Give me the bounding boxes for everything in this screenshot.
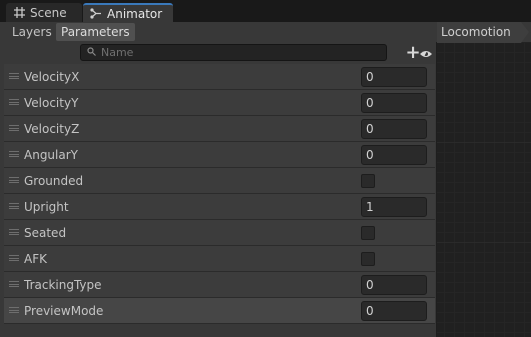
drag-handle-icon[interactable] [9, 125, 19, 131]
tab-animator-label: Animator [107, 6, 163, 21]
drag-handle-icon[interactable] [9, 229, 19, 235]
parameter-name: Upright [24, 200, 69, 214]
animator-icon [89, 8, 103, 19]
parameter-checkbox[interactable] [361, 252, 375, 266]
parameter-value-field[interactable] [361, 119, 427, 139]
parameter-row[interactable]: Upright [4, 194, 435, 220]
tab-scene[interactable]: Scene [6, 3, 82, 22]
plus-icon: + [405, 42, 421, 63]
drag-handle-icon[interactable] [9, 203, 19, 209]
parameter-value-field[interactable] [361, 93, 427, 113]
drag-handle-icon[interactable] [9, 151, 19, 157]
drag-handle-icon[interactable] [9, 73, 19, 79]
search-input[interactable] [101, 46, 381, 59]
drag-handle-icon[interactable] [9, 99, 19, 105]
search-icon [87, 46, 96, 59]
drag-handle-icon[interactable] [9, 177, 19, 183]
parameter-name: VelocityY [24, 96, 79, 110]
parameter-name: PreviewMode [24, 304, 104, 318]
parameter-row[interactable]: Seated [4, 220, 435, 246]
breadcrumb-layer[interactable]: Locomotion [437, 22, 521, 43]
parameter-value-field[interactable] [361, 197, 427, 217]
grid-icon [12, 7, 26, 18]
parameter-checkbox[interactable] [361, 226, 375, 240]
parameter-row[interactable]: AFK [4, 246, 435, 272]
parameter-row[interactable]: Grounded [4, 168, 435, 194]
tab-parameters[interactable]: Parameters [56, 23, 135, 41]
add-parameter-button[interactable]: + ▾ [401, 43, 431, 63]
drag-handle-icon[interactable] [9, 281, 19, 287]
parameter-value-field[interactable] [361, 301, 427, 321]
parameter-name: VelocityX [24, 70, 80, 84]
parameter-name: Seated [24, 226, 67, 240]
parameter-row[interactable]: PreviewMode [4, 298, 435, 324]
parameter-row[interactable]: TrackingType [4, 272, 435, 298]
parameter-value-field[interactable] [361, 145, 427, 165]
parameter-name: VelocityZ [24, 122, 80, 136]
parameter-row[interactable]: VelocityZ [4, 116, 435, 142]
parameter-name: TrackingType [24, 278, 102, 292]
parameter-name: AFK [24, 252, 47, 266]
graph-area[interactable]: Locomotion [437, 22, 531, 337]
parameter-checkbox[interactable] [361, 174, 375, 188]
parameter-value-field[interactable] [361, 275, 427, 295]
parameter-row[interactable]: VelocityY [4, 90, 435, 116]
tab-scene-label: Scene [30, 5, 67, 20]
parameter-name: AngularY [24, 148, 78, 162]
tab-animator[interactable]: Animator [83, 3, 173, 22]
parameters-panel: Layers Parameters + ▾ VelocityX Velocity… [0, 22, 437, 337]
breadcrumb: Locomotion [437, 22, 531, 43]
parameter-row[interactable]: AngularY [4, 142, 435, 168]
parameter-value-field[interactable] [361, 67, 427, 87]
tab-layers[interactable]: Layers [7, 23, 57, 41]
search-field[interactable] [80, 44, 387, 61]
drag-handle-icon[interactable] [9, 307, 19, 313]
breadcrumb-arrow [521, 22, 529, 43]
drag-handle-icon[interactable] [9, 255, 19, 261]
parameter-list: VelocityX VelocityY VelocityZ AngularY G… [4, 64, 435, 324]
chevron-down-icon: ▾ [422, 48, 427, 58]
parameter-row[interactable]: VelocityX [4, 64, 435, 90]
parameter-name: Grounded [24, 174, 84, 188]
window-tab-bar: Scene Animator [0, 0, 531, 22]
panel-subtabs: Layers Parameters [0, 22, 437, 42]
